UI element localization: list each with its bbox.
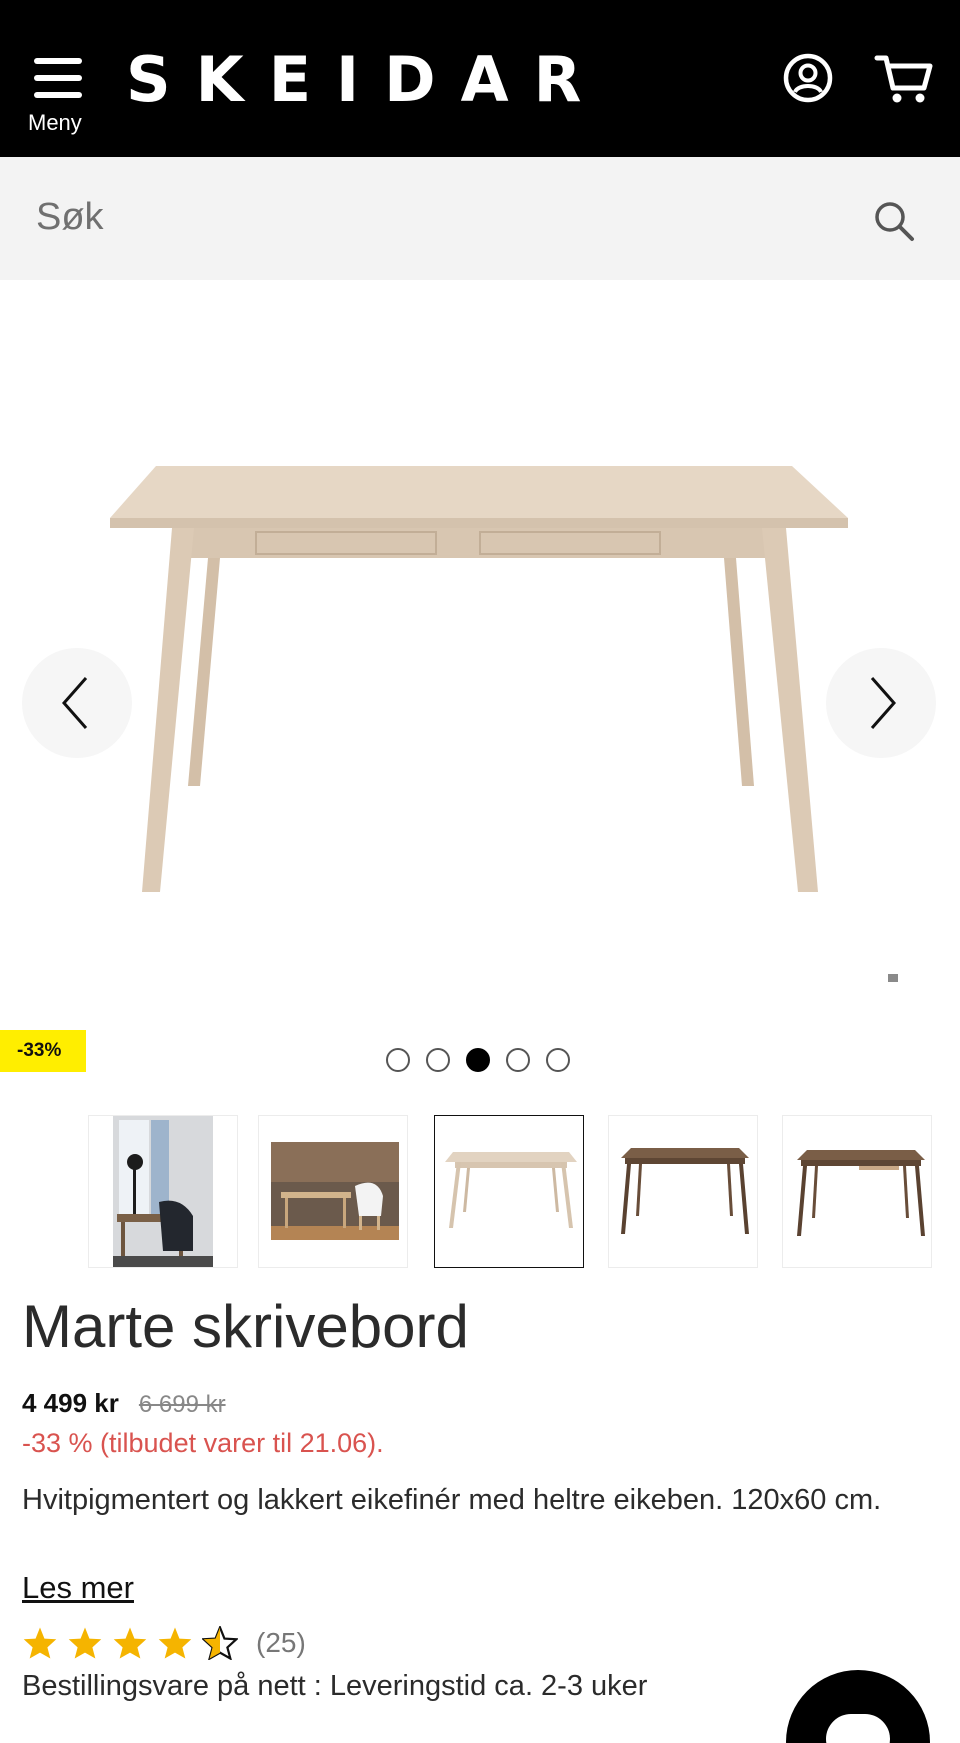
search-input[interactable]	[36, 187, 836, 247]
search-bar	[0, 157, 960, 280]
thumbnail-desk-dark-2[interactable]	[782, 1115, 932, 1268]
product-gallery: -33%	[0, 280, 960, 1100]
carousel-dot[interactable]	[386, 1048, 410, 1072]
skeidar-logo[interactable]: SKEIDAR	[126, 44, 606, 116]
star-full-icon	[158, 1627, 192, 1659]
chat-button[interactable]	[786, 1670, 930, 1743]
chevron-right-icon	[870, 677, 896, 729]
product-title: Marte skrivebord	[22, 1293, 469, 1360]
chat-bubble-icon	[826, 1714, 890, 1743]
hamburger-icon	[34, 58, 82, 98]
rating-count: (25)	[256, 1627, 306, 1658]
thumbnail-room-scene-1[interactable]	[88, 1115, 238, 1268]
image-marker	[888, 974, 898, 982]
cart-icon[interactable]	[874, 50, 934, 106]
thumbnail-desk-dark-1[interactable]	[608, 1115, 758, 1268]
account-circle-icon[interactable]	[782, 52, 834, 104]
top-header: Meny SKEIDAR	[0, 0, 960, 157]
thumbnail-desk-white-oak[interactable]	[434, 1115, 584, 1268]
discount-badge: -33%	[0, 1030, 86, 1072]
chevron-left-icon	[62, 677, 88, 729]
previous-image-button[interactable]	[22, 648, 132, 758]
menu-label: Meny	[28, 110, 82, 135]
offer-text: -33 % (tilbudet varer til 21.06).	[22, 1428, 384, 1458]
star-full-icon	[68, 1627, 102, 1659]
rating-stars	[22, 1626, 238, 1660]
product-description: Hvitpigmentert og lakkert eikefinér med …	[22, 1484, 882, 1516]
delivery-info: Bestillingsvare på nett : Leveringstid c…	[22, 1670, 648, 1702]
product-rating[interactable]: (25)	[22, 1622, 306, 1664]
star-half-icon	[202, 1626, 238, 1660]
product-image-desk[interactable]	[96, 460, 866, 940]
star-full-icon	[113, 1627, 147, 1659]
menu-button[interactable]: Meny	[26, 52, 86, 138]
price-row: 4 499 kr 6 699 kr	[22, 1388, 226, 1422]
carousel-dot[interactable]	[546, 1048, 570, 1072]
carousel-dots	[386, 1048, 570, 1072]
carousel-dot[interactable]	[426, 1048, 450, 1072]
next-image-button[interactable]	[826, 648, 936, 758]
search-icon[interactable]	[872, 199, 916, 243]
carousel-dot[interactable]	[506, 1048, 530, 1072]
current-price: 4 499 kr	[22, 1388, 119, 1418]
star-full-icon	[23, 1627, 57, 1659]
carousel-dot-active[interactable]	[466, 1048, 490, 1072]
original-price: 6 699 kr	[138, 1391, 226, 1418]
read-more-link[interactable]: Les mer	[22, 1570, 134, 1606]
thumbnail-room-scene-2[interactable]	[258, 1115, 408, 1268]
